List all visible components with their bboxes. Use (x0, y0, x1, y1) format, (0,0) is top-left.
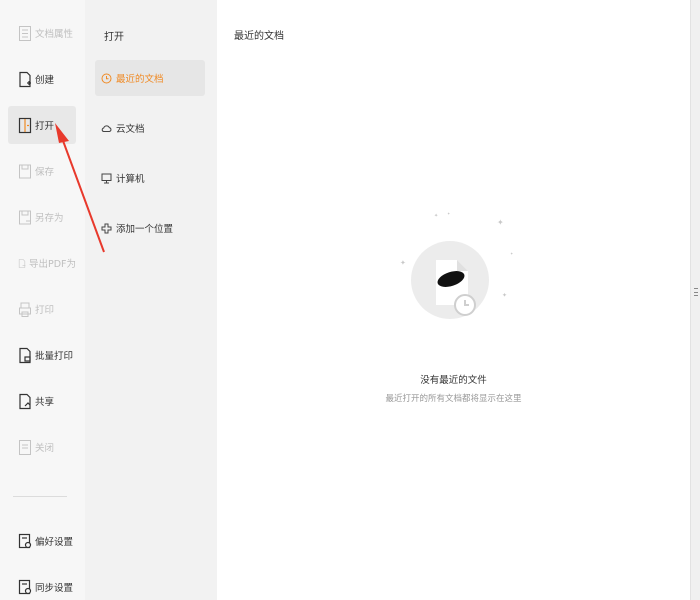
menu-divider (13, 496, 67, 497)
open-option-label: 计算机 (116, 174, 145, 185)
clock-icon (101, 73, 112, 83)
menu-item-close[interactable]: 关闭 (8, 428, 76, 466)
close-file-icon (19, 439, 31, 455)
svg-text:✦: ✦ (510, 251, 514, 256)
print-icon (19, 302, 31, 317)
open-file-icon (18, 117, 32, 133)
batch-print-icon (19, 347, 31, 363)
menu-item-label: 打印 (35, 305, 55, 316)
document-properties-icon (19, 25, 31, 41)
menu-item-label: 同步设置 (35, 583, 74, 594)
menu-item-open[interactable]: 打开 (8, 106, 76, 144)
menu-item-label: 保存 (35, 167, 55, 178)
empty-state-title: 没有最近的文件 (420, 375, 487, 386)
menu-item-label: 共享 (35, 397, 55, 408)
menu-item-save[interactable]: 保存 (8, 152, 76, 190)
open-panel-title: 打开 (104, 32, 124, 43)
open-option-label: 最近的文档 (116, 74, 164, 85)
save-as-icon (19, 210, 31, 224)
menu-item-share[interactable]: 共享 (8, 382, 76, 420)
computer-icon (101, 173, 112, 183)
menu-item-export-pdf[interactable]: 导出PDF为 (8, 244, 76, 282)
menu-item-print[interactable]: 打印 (8, 290, 76, 328)
recent-documents-pane: 最近的文档 ✦ ✦ ✦ ✦ ✦ ✦ 没有最近的文件 最近打开的所有文档都将显示在… (217, 0, 690, 600)
menu-item-sync-settings[interactable]: 同步设置 (8, 568, 76, 600)
empty-state-illustration: ✦ ✦ ✦ ✦ ✦ ✦ (400, 211, 514, 319)
svg-text:✦: ✦ (447, 211, 451, 216)
open-panel: 打开 最近的文档 云文档 计算机 添加一个位置 (85, 0, 217, 600)
open-option-computer[interactable]: 计算机 (95, 160, 205, 196)
menu-item-label: 另存为 (35, 213, 64, 224)
share-icon (19, 393, 31, 409)
menu-item-create[interactable]: 创建 (8, 60, 76, 98)
open-option-label: 添加一个位置 (116, 224, 174, 235)
recent-documents-title: 最近的文档 (234, 31, 284, 42)
svg-text:✦: ✦ (502, 292, 507, 299)
menu-item-save-as[interactable]: 另存为 (8, 198, 76, 236)
vertical-scrollbar[interactable] (690, 0, 700, 600)
export-icon (18, 258, 26, 268)
preferences-icon (18, 533, 32, 548)
menu-item-label: 打开 (35, 121, 55, 132)
left-menu: 文档属性 创建 打开 保存 另存为 导出PDF为 打印 批量打印 共享 关闭 偏… (0, 0, 85, 600)
plus-icon (101, 223, 112, 233)
cloud-icon (101, 124, 112, 132)
menu-item-label: 偏好设置 (35, 537, 74, 548)
open-option-cloud[interactable]: 云文档 (95, 110, 205, 146)
menu-item-batch-print[interactable]: 批量打印 (8, 336, 76, 374)
menu-item-document-properties[interactable]: 文档属性 (8, 14, 76, 52)
menu-item-label: 文档属性 (35, 29, 74, 40)
save-icon (19, 164, 31, 178)
menu-item-label: 关闭 (35, 443, 55, 454)
sync-settings-icon (18, 579, 32, 594)
open-option-recent[interactable]: 最近的文档 (95, 60, 205, 96)
svg-text:✦: ✦ (400, 259, 406, 267)
scrollbar-grip[interactable] (694, 288, 698, 296)
open-option-label: 云文档 (116, 124, 145, 135)
menu-item-label: 创建 (35, 75, 55, 86)
create-file-icon (19, 71, 31, 87)
empty-state-subtitle: 最近打开的所有文档都将显示在这里 (385, 394, 522, 404)
menu-item-label: 批量打印 (35, 351, 74, 362)
menu-item-preferences[interactable]: 偏好设置 (8, 522, 76, 560)
menu-item-label: 导出PDF为 (28, 259, 76, 270)
svg-text:✦: ✦ (434, 213, 438, 219)
open-option-add-location[interactable]: 添加一个位置 (95, 210, 205, 246)
svg-text:✦: ✦ (497, 218, 504, 227)
